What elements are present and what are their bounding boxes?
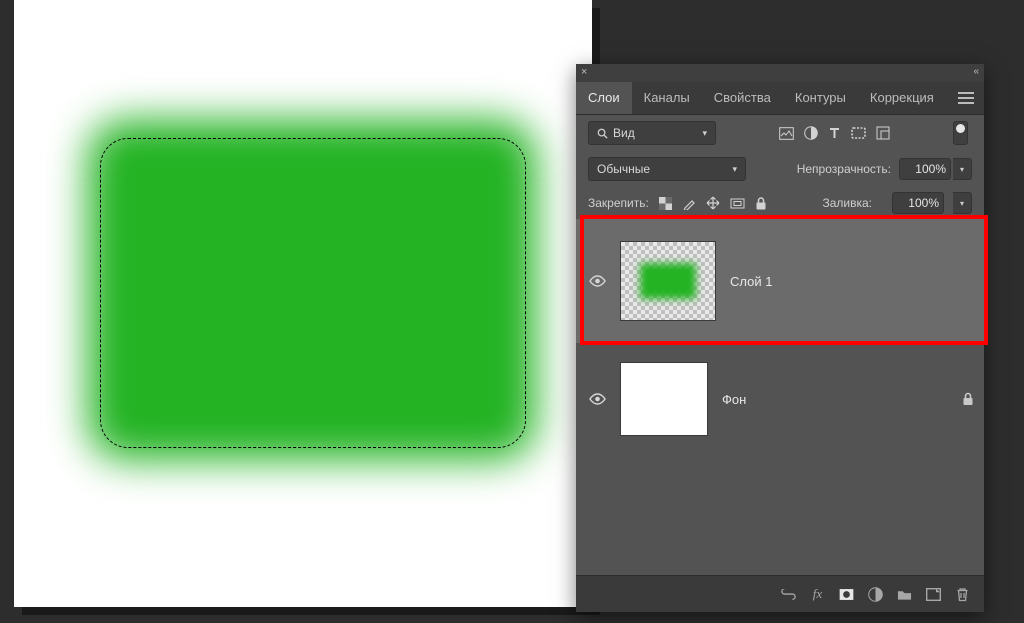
link-layers-icon[interactable] (781, 587, 796, 602)
filter-type-icons (779, 126, 890, 141)
layer-name[interactable]: Слой 1 (730, 274, 974, 289)
tab-channels[interactable]: Каналы (632, 82, 702, 114)
lock-row: Закрепить: Заливка: 100% ▾ (576, 187, 984, 219)
panel-footer: fx (576, 575, 984, 612)
green-rect (88, 120, 536, 460)
blend-mode-dropdown[interactable]: Обычные ▾ (588, 157, 746, 181)
filter-label: Вид (613, 126, 635, 140)
filter-row: Вид ▾ (576, 115, 984, 151)
fx-icon[interactable]: fx (810, 587, 825, 602)
layer-thumbnail[interactable] (620, 362, 708, 436)
collapse-panel-icon[interactable]: « (973, 66, 979, 77)
filter-shape-icon[interactable] (851, 126, 866, 141)
new-adjustment-icon[interactable] (868, 587, 883, 602)
panel-menu-icon[interactable] (948, 92, 984, 104)
filter-type-text-icon[interactable] (827, 126, 842, 141)
fill-label: Заливка: (822, 196, 872, 210)
lock-pixels-icon[interactable] (682, 196, 697, 211)
lock-all-icon[interactable] (754, 196, 769, 211)
opacity-stepper[interactable]: ▾ (953, 158, 972, 180)
opacity-label: Непрозрачность: (797, 162, 891, 176)
layer-name[interactable]: Фон (722, 392, 948, 407)
lock-label: Закрепить: (588, 196, 649, 210)
chevron-down-icon: ▾ (702, 128, 707, 139)
opacity-input[interactable]: 100% (899, 158, 951, 180)
lock-transparency-icon[interactable] (658, 196, 673, 211)
visibility-toggle-icon[interactable] (588, 390, 606, 408)
blend-row: Обычные ▾ Непрозрачность: 100% ▾ (576, 151, 984, 187)
filter-toggle[interactable] (953, 121, 968, 145)
layer-row[interactable]: Фон (576, 343, 984, 455)
layer-filter-dropdown[interactable]: Вид ▾ (588, 121, 716, 145)
new-group-icon[interactable] (897, 587, 912, 602)
panel-tabs: Слои Каналы Свойства Контуры Коррекция (576, 82, 984, 115)
layers-panel: × « Слои Каналы Свойства Контуры Коррекц… (576, 64, 984, 612)
filter-smart-icon[interactable] (875, 126, 890, 141)
delete-layer-icon[interactable] (955, 587, 970, 602)
search-icon (597, 128, 608, 139)
document-canvas[interactable] (14, 0, 592, 607)
new-layer-icon[interactable] (926, 587, 941, 602)
layer-row[interactable]: Слой 1 (576, 219, 984, 343)
tab-layers[interactable]: Слои (576, 82, 632, 114)
fill-stepper[interactable]: ▾ (953, 192, 972, 214)
layer-thumbnail[interactable] (620, 241, 716, 321)
filter-pixel-icon[interactable] (779, 126, 794, 141)
lock-position-icon[interactable] (706, 196, 721, 211)
lock-artboard-icon[interactable] (730, 196, 745, 211)
add-mask-icon[interactable] (839, 587, 854, 602)
blend-mode-value: Обычные (597, 162, 650, 176)
tab-properties[interactable]: Свойства (702, 82, 783, 114)
tab-paths[interactable]: Контуры (783, 82, 858, 114)
filter-adjust-icon[interactable] (803, 126, 818, 141)
close-panel-icon[interactable]: × (581, 66, 587, 78)
fill-input[interactable]: 100% (892, 192, 944, 214)
chevron-down-icon: ▾ (732, 164, 737, 175)
app-stage: × « Слои Каналы Свойства Контуры Коррекц… (0, 0, 1024, 623)
panel-titlebar[interactable]: × « (576, 64, 984, 82)
tab-adjustments[interactable]: Коррекция (858, 82, 946, 114)
layer-list: Слой 1 Фон (576, 219, 984, 455)
lock-icon[interactable] (962, 392, 974, 406)
visibility-toggle-icon[interactable] (588, 272, 606, 290)
